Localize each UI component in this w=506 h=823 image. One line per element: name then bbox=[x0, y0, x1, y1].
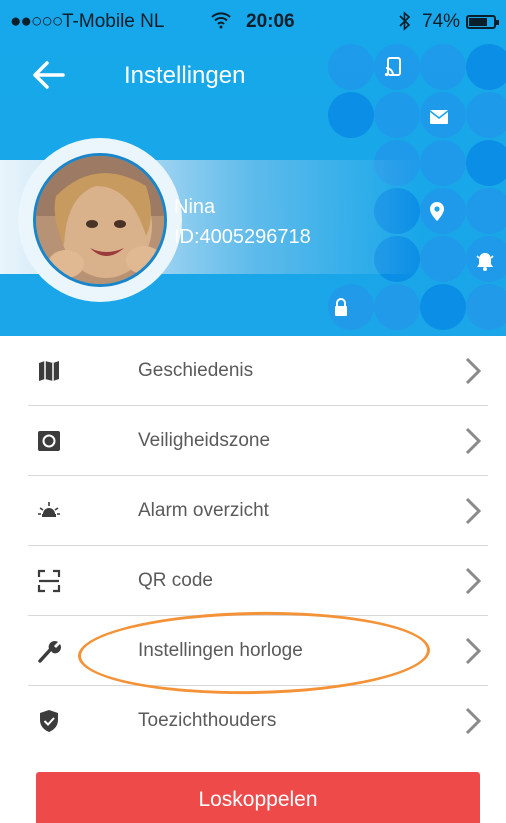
bluetooth-icon bbox=[399, 11, 411, 31]
decor-dot bbox=[466, 284, 506, 330]
decor-dot bbox=[374, 284, 420, 330]
decor-dot bbox=[328, 92, 374, 138]
decor-dot bbox=[420, 44, 466, 90]
status-bar: ●●○○○ T-Mobile NL 20:06 74% bbox=[0, 0, 506, 42]
avatar[interactable] bbox=[33, 153, 167, 287]
wifi-icon bbox=[211, 12, 231, 29]
header: ●●○○○ T-Mobile NL 20:06 74% Instellingen bbox=[0, 0, 506, 336]
carrier-name: T-Mobile NL bbox=[62, 11, 165, 32]
alarm-light-icon bbox=[38, 502, 60, 517]
battery-tip bbox=[496, 20, 499, 25]
settings-menu: Geschiedenis Veiligheidszone Alarm overz… bbox=[0, 336, 506, 756]
menu-item-label: Instellingen horloge bbox=[138, 640, 303, 661]
disconnect-button[interactable]: Loskoppelen bbox=[36, 772, 480, 823]
lock-icon bbox=[335, 298, 347, 316]
map-icon bbox=[39, 361, 59, 381]
menu-item-alarm-overzicht[interactable]: Alarm overzicht bbox=[0, 476, 506, 546]
menu-item-label: Veiligheidszone bbox=[138, 430, 271, 451]
menu-item-geschiedenis[interactable]: Geschiedenis bbox=[0, 336, 506, 406]
profile-id: ID:4005296718 bbox=[174, 226, 311, 248]
arrow-left-icon[interactable] bbox=[30, 60, 66, 90]
chevron-right-icon bbox=[465, 427, 482, 455]
battery-percentage: 74% bbox=[422, 11, 461, 32]
menu-item-label: QR code bbox=[138, 570, 213, 591]
menu-item-qr-code[interactable]: QR code bbox=[0, 546, 506, 616]
page-title: Instellingen bbox=[124, 62, 246, 89]
menu-item-instellingen-horloge[interactable]: Instellingen horloge bbox=[0, 616, 506, 686]
cast-icon bbox=[384, 57, 401, 77]
chevron-right-icon bbox=[465, 497, 482, 525]
mail-icon bbox=[429, 110, 449, 124]
signal-strength: ●●○○○ bbox=[10, 11, 63, 32]
decor-dot bbox=[420, 236, 466, 282]
menu-item-label: Alarm overzicht bbox=[138, 500, 269, 521]
safe-zone-icon bbox=[38, 431, 60, 451]
location-pin-icon bbox=[430, 202, 444, 221]
decor-dot bbox=[466, 188, 506, 234]
decor-dot bbox=[374, 92, 420, 138]
decor-dot bbox=[466, 140, 506, 186]
menu-item-label: Geschiedenis bbox=[138, 360, 254, 381]
bell-alarm-icon bbox=[476, 253, 494, 271]
avatar-photo bbox=[36, 156, 164, 284]
qr-scan-icon bbox=[37, 569, 61, 593]
profile-name: Nina bbox=[174, 196, 216, 218]
decor-dot bbox=[420, 140, 466, 186]
decor-dot bbox=[466, 44, 506, 90]
menu-item-veiligheidszone[interactable]: Veiligheidszone bbox=[0, 406, 506, 476]
chevron-right-icon bbox=[465, 637, 482, 665]
battery-icon bbox=[466, 15, 499, 29]
chevron-right-icon bbox=[465, 707, 482, 735]
wrench-icon bbox=[38, 640, 62, 663]
menu-item-toezichthouders[interactable]: Toezichthouders bbox=[0, 686, 506, 756]
menu-item-label: Toezichthouders bbox=[138, 710, 277, 731]
shield-icon bbox=[40, 710, 58, 732]
decor-dot bbox=[466, 92, 506, 138]
chevron-right-icon bbox=[465, 357, 482, 385]
clock: 20:06 bbox=[246, 11, 295, 32]
battery-level bbox=[469, 18, 487, 26]
decor-dot bbox=[328, 44, 374, 90]
decor-dot bbox=[420, 284, 466, 330]
chevron-right-icon bbox=[465, 567, 482, 595]
